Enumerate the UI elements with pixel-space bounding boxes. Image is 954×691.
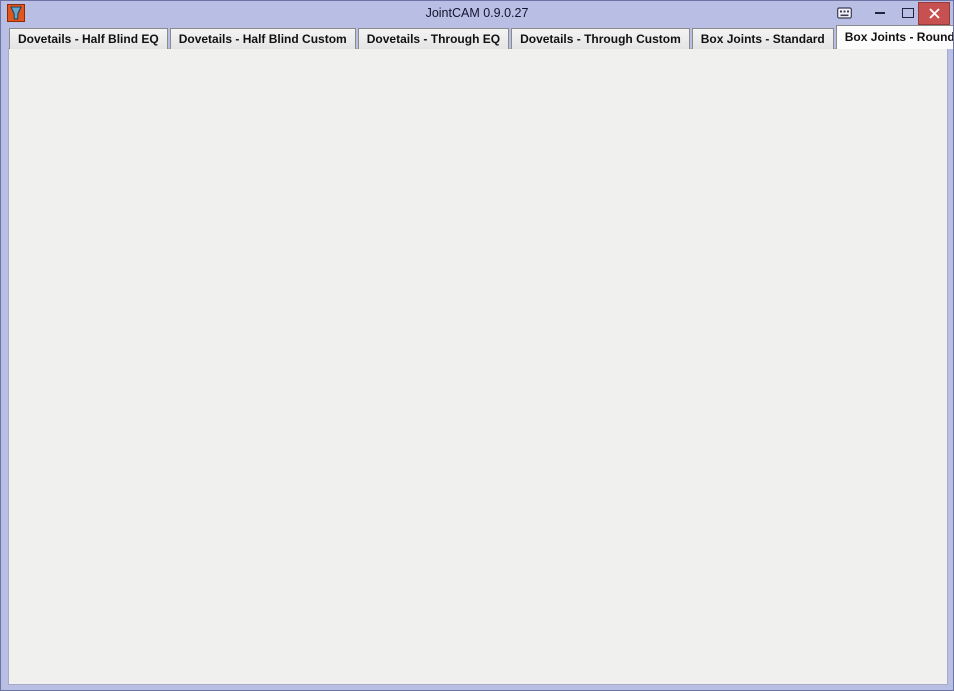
tab-dovetails-half-blind-eq[interactable]: Dovetails - Half Blind EQ: [9, 28, 168, 49]
tab-bar: Dovetails - Half Blind EQ Dovetails - Ha…: [9, 26, 954, 49]
tab-dovetails-through-custom[interactable]: Dovetails - Through Custom: [511, 28, 690, 49]
app-window: JointCAM 0.9.0.27 Dovetails - Half Blind…: [0, 0, 954, 691]
tab-page: [8, 48, 948, 685]
close-icon[interactable]: [918, 2, 950, 25]
minimize-icon[interactable]: [867, 4, 893, 22]
tab-box-joints-rounded[interactable]: Box Joints - Rounded: [836, 25, 954, 49]
tab-box-joints-standard[interactable]: Box Joints - Standard: [692, 28, 834, 49]
tab-dovetails-through-eq[interactable]: Dovetails - Through EQ: [358, 28, 509, 49]
tab-dovetails-half-blind-custom[interactable]: Dovetails - Half Blind Custom: [170, 28, 356, 49]
window-title: JointCAM 0.9.0.27: [1, 6, 953, 20]
touch-keyboard-icon[interactable]: [833, 4, 857, 22]
titlebar: JointCAM 0.9.0.27: [1, 1, 953, 26]
